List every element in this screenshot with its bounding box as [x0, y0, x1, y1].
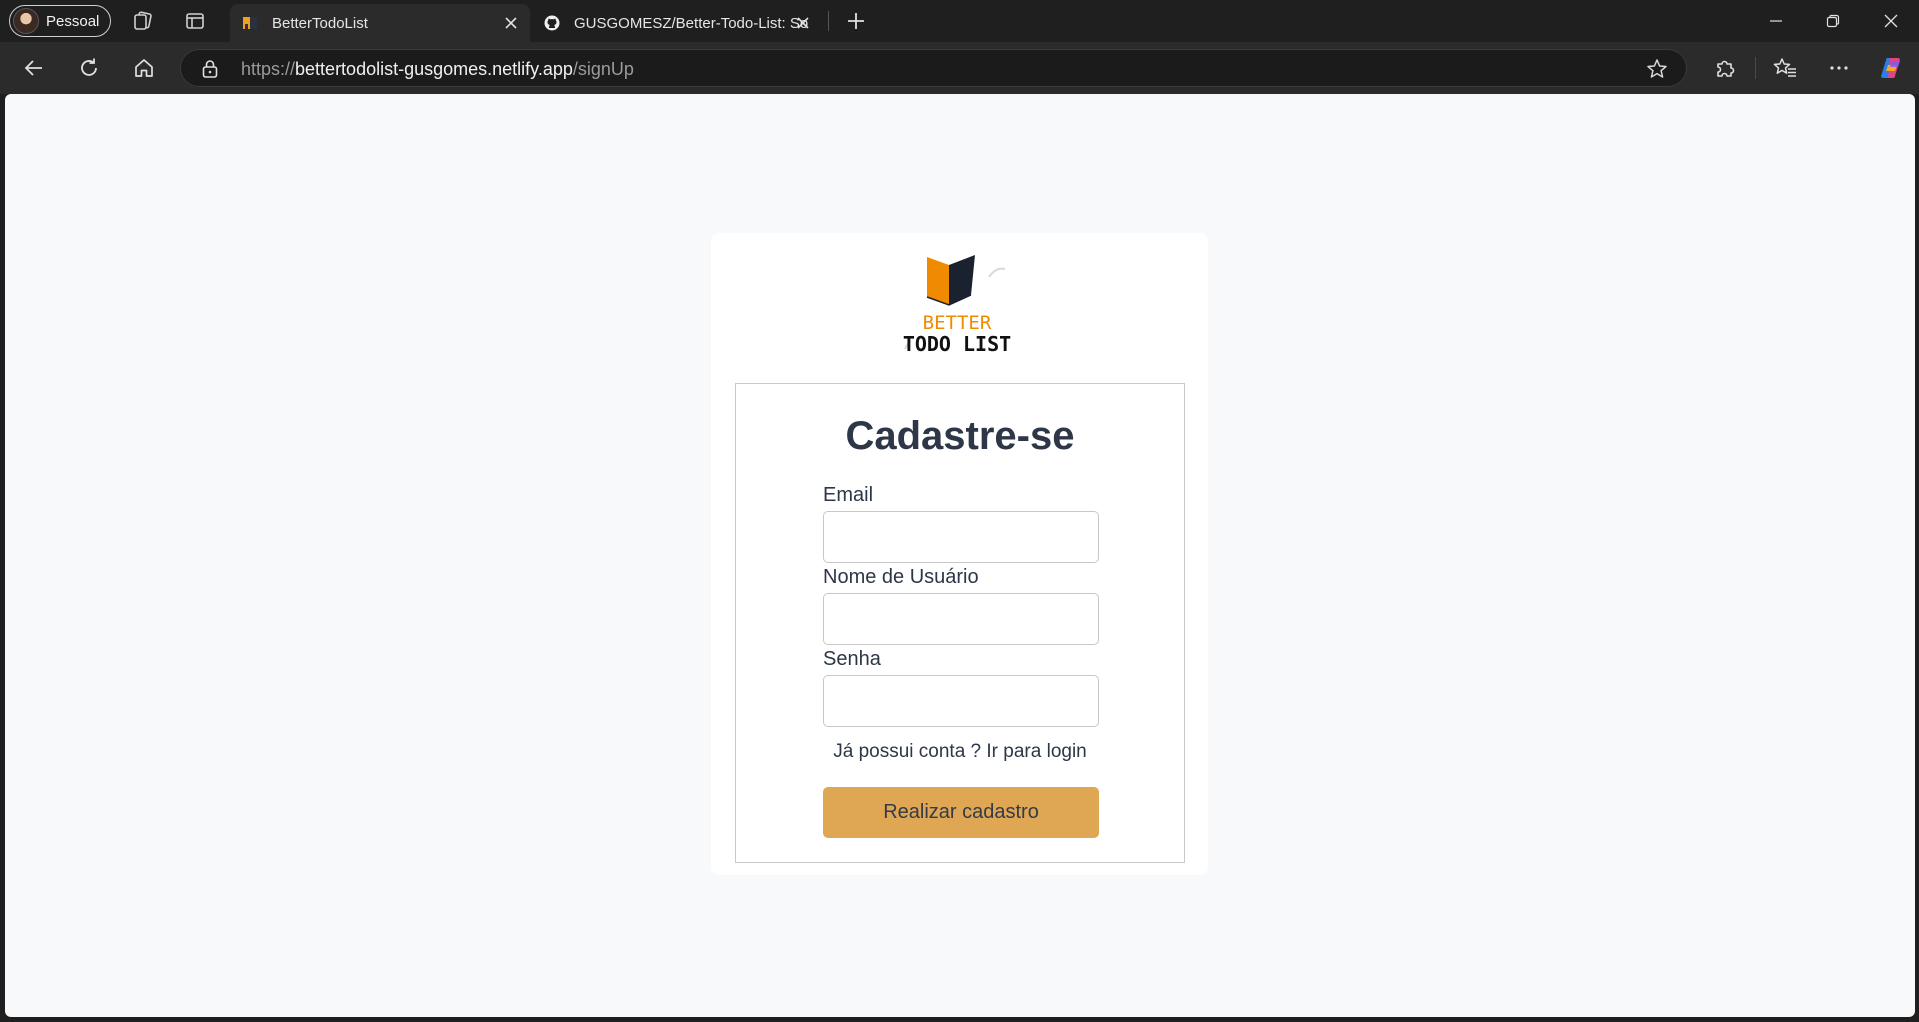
tab-title: GUSGOMESZ/Better-Todo-List: So	[574, 14, 809, 32]
workspaces-icon[interactable]	[131, 9, 155, 33]
email-label: Email	[823, 484, 874, 506]
tab-github-repo[interactable]: GUSGOMESZ/Better-Todo-List: So	[532, 4, 822, 42]
tab-bettertodolist[interactable]: BetterTodoList	[230, 4, 530, 42]
home-icon[interactable]	[130, 54, 158, 82]
username-field[interactable]	[823, 593, 1099, 645]
back-icon[interactable]	[20, 54, 48, 82]
close-window-icon[interactable]	[1876, 6, 1906, 36]
favorite-star-icon[interactable]	[1646, 58, 1668, 85]
close-tab-icon[interactable]	[502, 14, 520, 32]
logo-line-1: BETTER	[923, 312, 992, 334]
tab-strip: Pessoal BetterTodoList GUSGOMESZ/Better-…	[0, 0, 1919, 42]
password-label: Senha	[823, 648, 881, 670]
more-options-icon[interactable]	[1825, 54, 1853, 82]
new-tab-icon[interactable]	[844, 9, 868, 33]
lock-icon[interactable]	[201, 59, 219, 84]
signup-card: BETTER TODO LIST Cadastre-se Email Nome …	[711, 233, 1208, 875]
avatar	[13, 8, 39, 34]
password-field[interactable]	[823, 675, 1099, 727]
profile-button[interactable]: Pessoal	[9, 5, 111, 37]
better-todo-list-logo: BETTER TODO LIST	[903, 255, 1011, 356]
extensions-icon[interactable]	[1711, 54, 1739, 82]
tab-title: BetterTodoList	[272, 14, 368, 32]
copilot-icon[interactable]	[1878, 54, 1906, 82]
github-icon	[544, 15, 560, 31]
submit-signup-button[interactable]: Realizar cadastro	[823, 787, 1099, 838]
favorites-icon[interactable]	[1771, 54, 1799, 82]
address-bar[interactable]: https://bettertodolist-gusgomes.netlify.…	[180, 49, 1687, 87]
minimize-icon[interactable]	[1761, 6, 1791, 36]
logo-line-2: TODO LIST	[903, 332, 1011, 356]
book-favicon-icon	[243, 17, 257, 29]
username-label: Nome de Usuário	[823, 566, 979, 588]
page-title: Cadastre-se	[845, 414, 1075, 458]
url-text[interactable]: https://bettertodolist-gusgomes.netlify.…	[241, 59, 634, 80]
signup-form: Cadastre-se Email Nome de Usuário Senha …	[735, 383, 1185, 863]
browser-toolbar: https://bettertodolist-gusgomes.netlify.…	[0, 42, 1919, 94]
profile-label: Pessoal	[46, 12, 100, 30]
email-field[interactable]	[823, 511, 1099, 563]
tab-separator	[828, 11, 829, 31]
restore-icon[interactable]	[1818, 6, 1848, 36]
close-tab-icon[interactable]	[794, 14, 812, 32]
page-viewport: BETTER TODO LIST Cadastre-se Email Nome …	[5, 94, 1915, 1017]
vertical-tabs-icon[interactable]	[183, 9, 207, 33]
refresh-icon[interactable]	[75, 54, 103, 82]
go-to-login-link[interactable]: Já possui conta ? Ir para login	[736, 741, 1184, 763]
toolbar-separator	[1755, 57, 1756, 79]
